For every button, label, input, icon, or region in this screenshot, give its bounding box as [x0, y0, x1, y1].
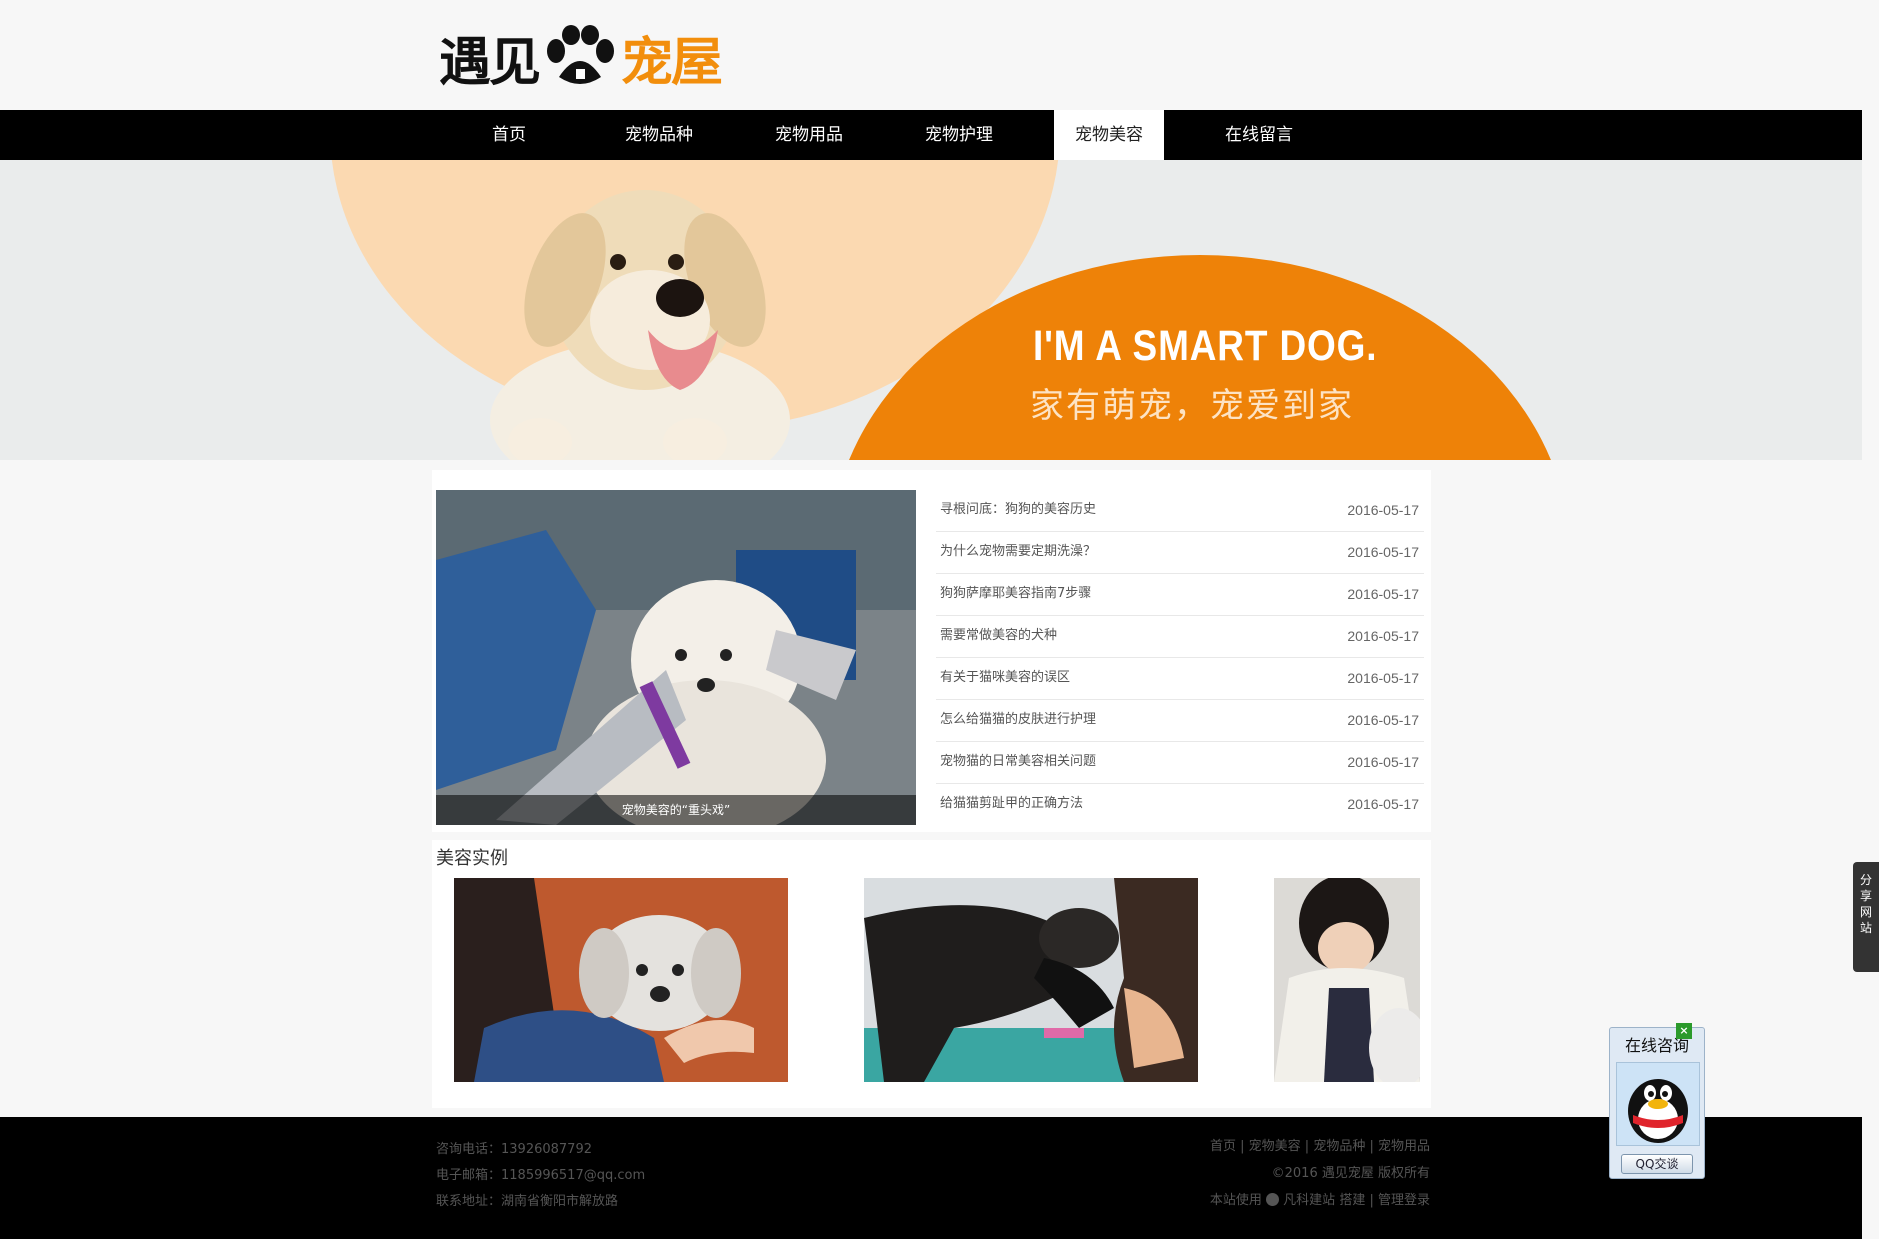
- news-title: 宠物猫的日常美容相关问题: [940, 754, 1097, 769]
- site-logo[interactable]: 遇见 宠屋: [439, 22, 723, 93]
- schnauzer-drying-photo: [864, 878, 1198, 1082]
- nav-item-home[interactable]: 首页: [434, 110, 584, 160]
- news-item[interactable]: 寻根问底：狗狗的美容历史 2016-05-17: [936, 490, 1424, 532]
- banner-subline: 家有萌宠，宠爱到家: [1030, 386, 1354, 426]
- footer-link-grooming[interactable]: 宠物美容: [1249, 1139, 1301, 1154]
- qq-chat-button[interactable]: QQ交谈: [1621, 1154, 1693, 1174]
- news-date: 2016-05-17: [1347, 544, 1419, 560]
- news-date: 2016-05-17: [1347, 796, 1419, 812]
- footer-powered-prefix: 本站使用: [1209, 1193, 1262, 1208]
- case-photo-1[interactable]: [454, 878, 788, 1082]
- share-label: 分享网站: [1860, 873, 1873, 935]
- dog-haircut-photo: [454, 878, 788, 1082]
- hero-banner: I'M A SMART DOG. 家有萌宠，宠爱到家: [0, 160, 1862, 460]
- news-title: 狗狗萨摩耶美容指南7步骤: [940, 586, 1092, 601]
- news-item[interactable]: 为什么宠物需要定期洗澡？ 2016-05-17: [936, 532, 1424, 574]
- news-section: 宠物美容的“重头戏” 寻根问底：狗狗的美容历史 2016-05-17 为什么宠物需…: [432, 470, 1431, 832]
- site-footer: 咨询电话：13926087792 电子邮箱：1185996517@qq.com …: [0, 1117, 1862, 1239]
- cases-section: 美容实例: [432, 840, 1431, 1108]
- footer-phone: 咨询电话：13926087792: [436, 1142, 592, 1157]
- footer-copyright: ©2016 遇见宠屋 版权所有: [1271, 1166, 1430, 1181]
- footer-link-home[interactable]: 首页: [1210, 1139, 1236, 1154]
- news-date: 2016-05-17: [1347, 670, 1419, 686]
- footer-powered-brand[interactable]: 凡科建站: [1283, 1193, 1335, 1208]
- site-header: 遇见 宠屋: [0, 0, 1879, 110]
- feature-image[interactable]: 宠物美容的“重头戏”: [436, 490, 916, 825]
- paw-icon: [547, 25, 615, 84]
- footer-email: 电子邮箱：1185996517@qq.com: [436, 1168, 646, 1183]
- news-date: 2016-05-17: [1347, 502, 1419, 518]
- news-date: 2016-05-17: [1347, 712, 1419, 728]
- main-nav: 首页 宠物品种 宠物用品 宠物护理 宠物美容 在线留言: [0, 110, 1862, 160]
- case-photo-2[interactable]: [864, 878, 1198, 1082]
- feature-caption: 宠物美容的“重头戏”: [436, 795, 916, 825]
- poodle-grooming-photo: [436, 490, 916, 825]
- puppy-illustration: [490, 190, 790, 460]
- logo-text-orange: 宠屋: [621, 32, 723, 93]
- cases-title: 美容实例: [436, 848, 508, 869]
- news-title: 为什么宠物需要定期洗澡？: [940, 544, 1097, 559]
- footer-admin-login[interactable]: 管理登录: [1378, 1193, 1430, 1208]
- footer-link-supplies[interactable]: 宠物用品: [1378, 1139, 1430, 1154]
- news-item[interactable]: 怎么给猫猫的皮肤进行护理 2016-05-17: [936, 700, 1424, 742]
- qq-penguin-icon: [1616, 1062, 1700, 1146]
- news-title: 怎么给猫猫的皮肤进行护理: [940, 712, 1097, 727]
- nav-item-supplies[interactable]: 宠物用品: [734, 110, 884, 160]
- share-tab[interactable]: 分享网站: [1853, 862, 1879, 972]
- news-list: 寻根问底：狗狗的美容历史 2016-05-17 为什么宠物需要定期洗澡？ 2016-…: [936, 490, 1424, 826]
- banner-headline: I'M A SMART DOG.: [1033, 322, 1378, 370]
- footer-contact: 咨询电话：13926087792 电子邮箱：1185996517@qq.com …: [436, 1137, 645, 1215]
- nav-item-care[interactable]: 宠物护理: [884, 110, 1034, 160]
- footer-powered-suffix: 搭建: [1339, 1193, 1366, 1208]
- close-icon[interactable]: ×: [1676, 1023, 1692, 1039]
- nav-item-breeds[interactable]: 宠物品种: [584, 110, 734, 160]
- news-item[interactable]: 有关于猫咪美容的误区 2016-05-17: [936, 658, 1424, 700]
- footer-links: 首页 | 宠物美容 | 宠物品种 | 宠物用品 ©2016 遇见宠屋 版权所有 …: [1100, 1133, 1430, 1214]
- news-title: 需要常做美容的犬种: [940, 628, 1058, 643]
- nav-item-grooming[interactable]: 宠物美容: [1054, 110, 1164, 160]
- case-photo-3[interactable]: [1274, 878, 1420, 1082]
- qq-consult-widget: 在线咨询 × QQ交谈: [1609, 1023, 1705, 1179]
- news-item[interactable]: 需要常做美容的犬种 2016-05-17: [936, 616, 1424, 658]
- groomer-girl-photo: [1274, 878, 1420, 1082]
- logo-text-black: 遇见: [439, 32, 541, 93]
- news-date: 2016-05-17: [1347, 628, 1419, 644]
- news-title: 给猫猫剪趾甲的正确方法: [940, 796, 1084, 811]
- news-item[interactable]: 给猫猫剪趾甲的正确方法 2016-05-17: [936, 784, 1424, 826]
- news-item[interactable]: 狗狗萨摩耶美容指南7步骤 2016-05-17: [936, 574, 1424, 616]
- news-date: 2016-05-17: [1347, 754, 1419, 770]
- news-date: 2016-05-17: [1347, 586, 1419, 602]
- news-title: 有关于猫咪美容的误区: [940, 670, 1071, 685]
- footer-address: 联系地址：湖南省衡阳市解放路: [436, 1194, 619, 1209]
- news-item[interactable]: 宠物猫的日常美容相关问题 2016-05-17: [936, 742, 1424, 784]
- nav-item-guestbook[interactable]: 在线留言: [1184, 110, 1334, 160]
- news-title: 寻根问底：狗狗的美容历史: [940, 502, 1097, 517]
- footer-link-breeds[interactable]: 宠物品种: [1313, 1139, 1365, 1154]
- fanke-logo-icon: [1266, 1193, 1280, 1206]
